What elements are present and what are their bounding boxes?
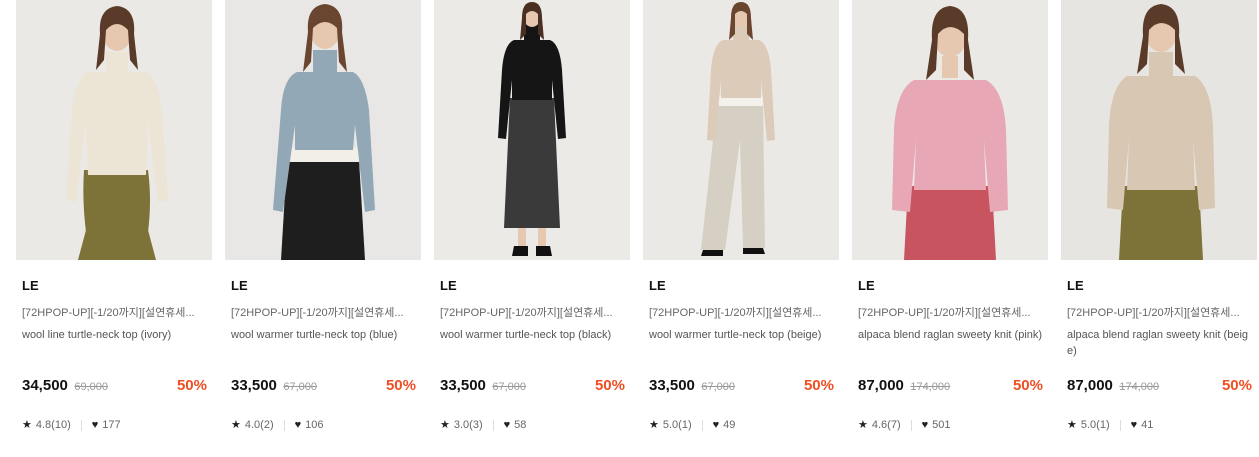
promo-text: [72HPOP-UP][-1/20까지][설연휴세... [231,307,404,319]
star-icon: ★ [231,418,241,431]
sale-price: 33,500 [231,377,277,394]
product-image[interactable] [1061,0,1257,260]
price-row: 33,500 67,000 50% [649,377,834,397]
divider [910,419,912,431]
brand-name[interactable]: LE [440,278,457,293]
likes-count: 41 [1141,419,1154,431]
product-image[interactable] [643,0,839,260]
product-name[interactable]: wool warmer turtle-neck top (blue) [231,327,417,343]
discount-rate: 50% [1221,377,1252,394]
price-row: 87,000 174,000 50% [858,377,1043,397]
likes-count: 501 [932,419,951,431]
promo-text: [72HPOP-UP][-1/20까지][설연휴세... [858,307,1031,319]
star-icon: ★ [22,418,32,431]
heart-icon[interactable]: ♥ [713,419,720,431]
heart-icon[interactable]: ♥ [1131,419,1138,431]
product-name[interactable]: alpaca blend raglan sweety knit (beige) [1067,327,1253,359]
star-icon: ★ [649,418,659,431]
product-meta: ★ 4.8(10) ♥ 177 [22,417,121,433]
sale-price: 33,500 [649,377,695,394]
product-name[interactable]: wool warmer turtle-neck top (black) [440,327,626,343]
product-meta: ★ 5.0(1) ♥ 49 [649,417,735,433]
product-meta: ★ 4.6(7) ♥ 501 [858,417,951,433]
promo-text: [72HPOP-UP][-1/20까지][설연휴세... [22,307,195,319]
discount-rate: 50% [594,377,625,394]
divider [701,419,703,431]
product-card[interactable]: LE [72HPOP-UP][-1/20까지][설연휴세... wool war… [643,0,839,457]
product-card[interactable]: LE [72HPOP-UP][-1/20까지][설연휴세... alpaca b… [852,0,1048,457]
price-row: 87,000 174,000 50% [1067,377,1252,397]
product-name[interactable]: alpaca blend raglan sweety knit (pink) [858,327,1044,343]
discount-rate: 50% [803,377,834,394]
sale-price: 87,000 [1067,377,1113,394]
brand-name[interactable]: LE [858,278,875,293]
original-price: 67,000 [492,381,526,393]
likes-count: 106 [305,419,324,431]
sale-price: 87,000 [858,377,904,394]
divider [492,419,494,431]
original-price: 67,000 [701,381,735,393]
star-icon: ★ [858,418,868,431]
rating-text: 4.8(10) [35,419,71,431]
price-row: 33,500 67,000 50% [231,377,416,397]
rating-text: 4.0(2) [244,419,274,431]
product-name[interactable]: wool line turtle-neck top (ivory) [22,327,208,343]
likes-count: 49 [723,419,736,431]
original-price: 69,000 [74,381,108,393]
product-name[interactable]: wool warmer turtle-neck top (beige) [649,327,835,343]
product-meta: ★ 3.0(3) ♥ 58 [440,417,526,433]
divider [1119,419,1121,431]
brand-name[interactable]: LE [231,278,248,293]
brand-name[interactable]: LE [1067,278,1084,293]
rating-text: 5.0(1) [1080,419,1110,431]
promo-text: [72HPOP-UP][-1/20까지][설연휴세... [1067,307,1240,319]
brand-name[interactable]: LE [22,278,39,293]
product-grid: LE [72HPOP-UP][-1/20까지][설연휴세... wool lin… [0,0,1259,457]
heart-icon[interactable]: ♥ [92,419,99,431]
product-image[interactable] [16,0,212,260]
product-card[interactable]: LE [72HPOP-UP][-1/20까지][설연휴세... wool lin… [16,0,212,457]
original-price: 174,000 [910,381,951,393]
likes-count: 177 [102,419,121,431]
heart-icon[interactable]: ♥ [295,419,302,431]
product-meta: ★ 5.0(1) ♥ 41 [1067,417,1153,433]
product-card[interactable]: LE [72HPOP-UP][-1/20까지][설연휴세... wool war… [225,0,421,457]
promo-text: [72HPOP-UP][-1/20까지][설연휴세... [649,307,822,319]
rating-text: 5.0(1) [662,419,692,431]
divider [80,419,82,431]
divider [283,419,285,431]
star-icon: ★ [1067,418,1077,431]
original-price: 174,000 [1119,381,1160,393]
rating-text: 3.0(3) [453,419,483,431]
product-meta: ★ 4.0(2) ♥ 106 [231,417,324,433]
product-card[interactable]: LE [72HPOP-UP][-1/20까지][설연휴세... wool war… [434,0,630,457]
price-row: 34,500 69,000 50% [22,377,207,397]
likes-count: 58 [514,419,527,431]
price-row: 33,500 67,000 50% [440,377,625,397]
promo-text: [72HPOP-UP][-1/20까지][설연휴세... [440,307,613,319]
product-image[interactable] [225,0,421,260]
discount-rate: 50% [176,377,207,394]
star-icon: ★ [440,418,450,431]
discount-rate: 50% [1012,377,1043,394]
heart-icon[interactable]: ♥ [504,419,511,431]
product-image[interactable] [852,0,1048,260]
product-card[interactable]: LE [72HPOP-UP][-1/20까지][설연휴세... alpaca b… [1061,0,1257,457]
original-price: 67,000 [283,381,317,393]
sale-price: 34,500 [22,377,68,394]
heart-icon[interactable]: ♥ [922,419,929,431]
rating-text: 4.6(7) [871,419,901,431]
brand-name[interactable]: LE [649,278,666,293]
product-image[interactable] [434,0,630,260]
discount-rate: 50% [385,377,416,394]
sale-price: 33,500 [440,377,486,394]
